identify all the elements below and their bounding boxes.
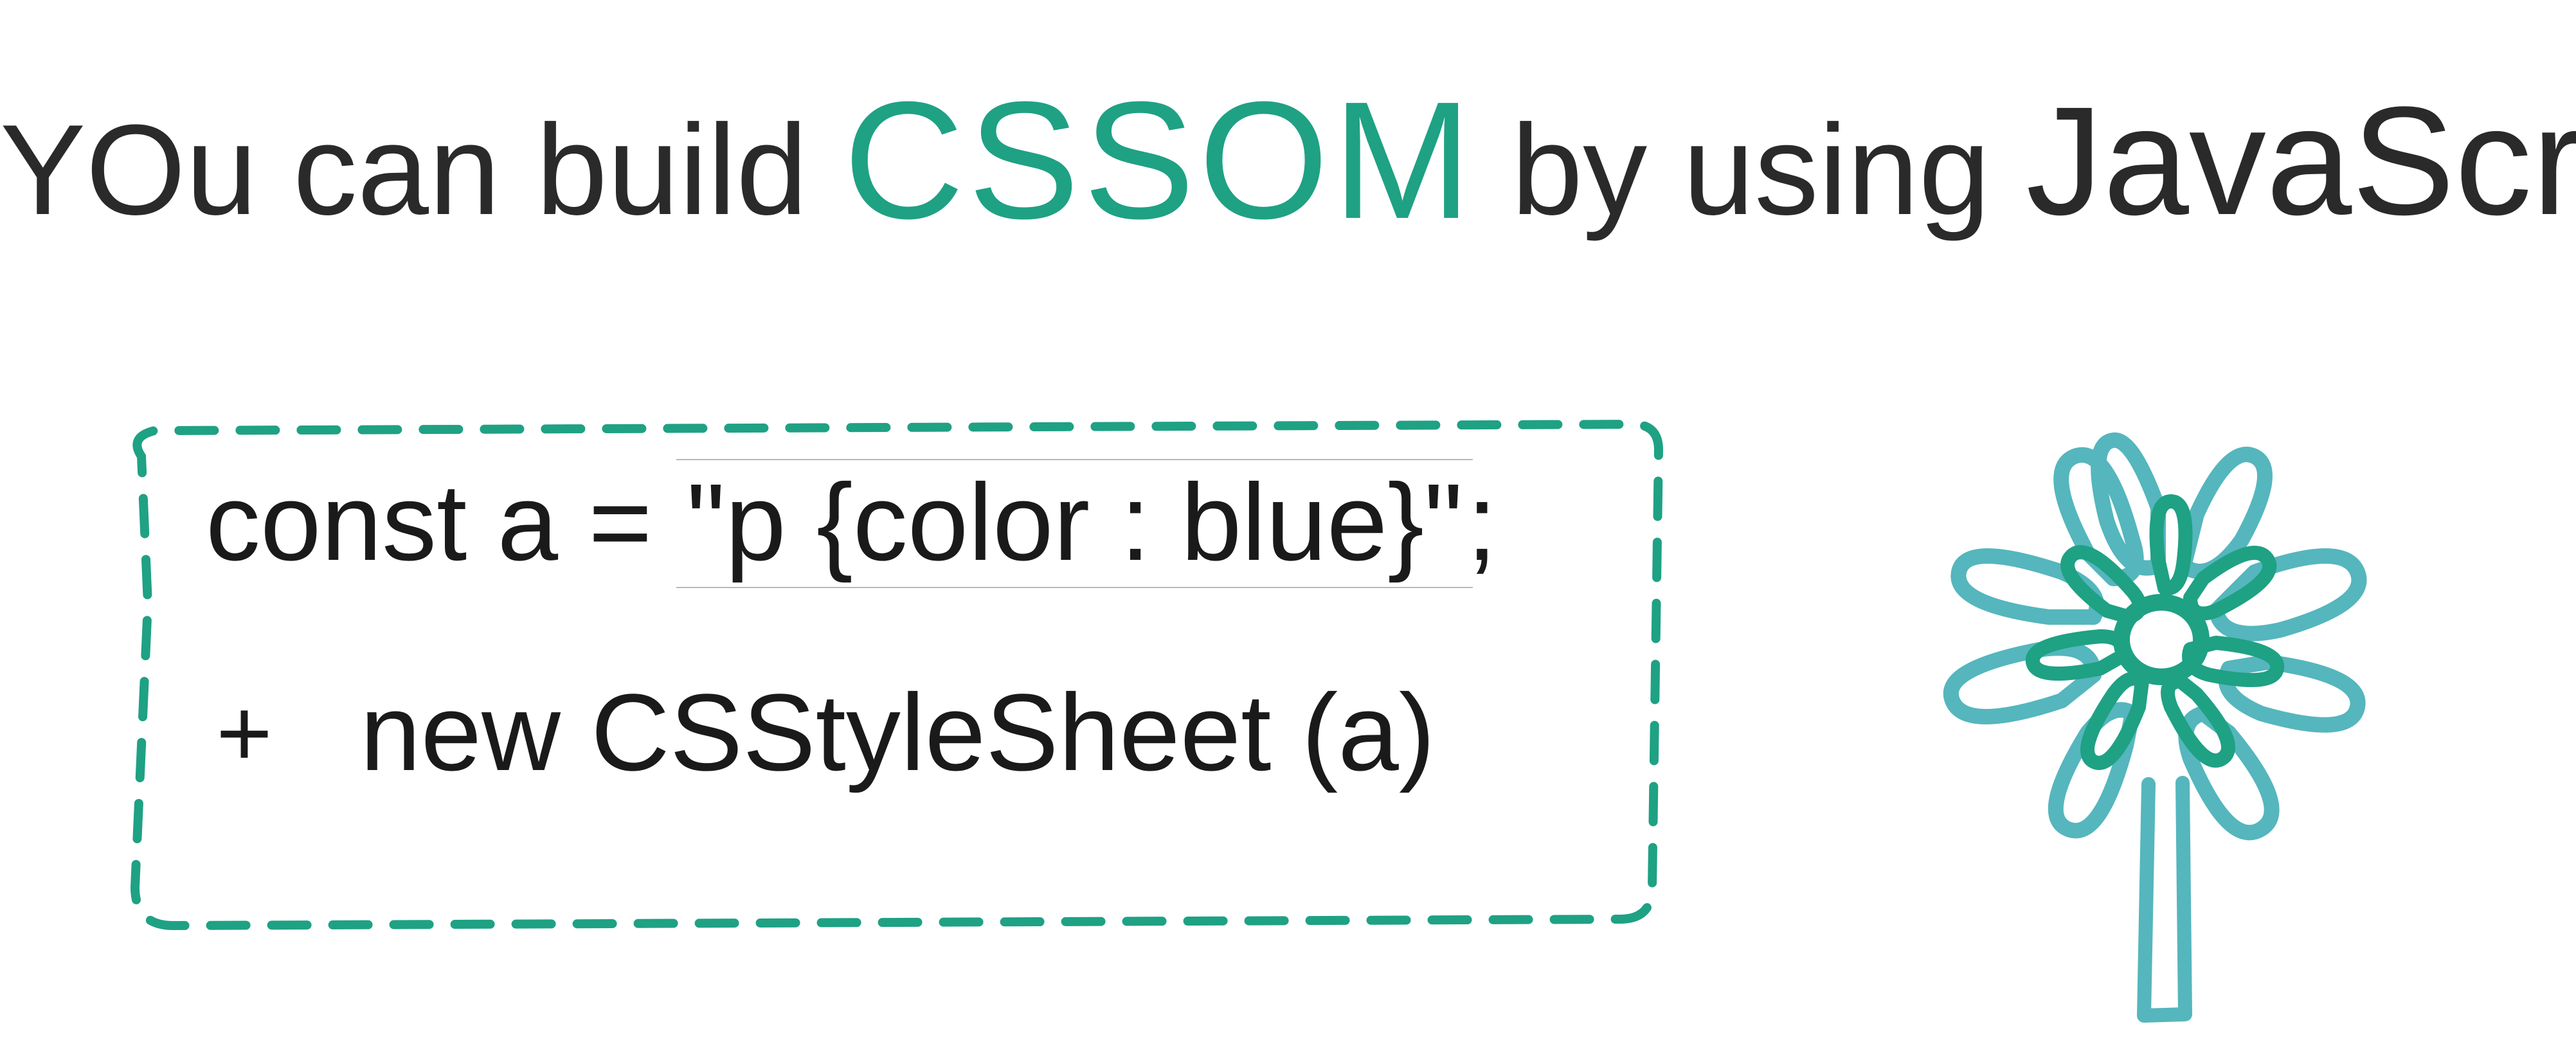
code-line-2: + new CSStyleSheet (a) (206, 673, 1497, 793)
headline-accent: CSSOM (843, 67, 1475, 254)
headline-part2: by using (1511, 98, 2026, 242)
code-box: const a = "p {color : blue}"; + new CSSt… (116, 411, 1671, 938)
headline: YOu can build CSSOM by using JavaScript (0, 77, 2576, 244)
flower-icon (1895, 424, 2422, 1041)
code-line1-string: "p {color : blue}" (683, 463, 1467, 583)
diagram-stage: YOu can build CSSOM by using JavaScript … (0, 0, 2576, 1049)
headline-part1: YOu can build (0, 98, 843, 242)
plus-icon: + (206, 680, 283, 786)
code-line2-text: new CSStyleSheet (a) (360, 673, 1435, 793)
headline-big: JavaScript (2026, 75, 2576, 247)
code-line-1: const a = "p {color : blue}"; (206, 463, 1497, 583)
code-line1-prefix: const a = (206, 462, 683, 584)
code-line1-suffix: ; (1466, 462, 1497, 584)
code-content: const a = "p {color : blue}"; + new CSSt… (206, 463, 1497, 793)
